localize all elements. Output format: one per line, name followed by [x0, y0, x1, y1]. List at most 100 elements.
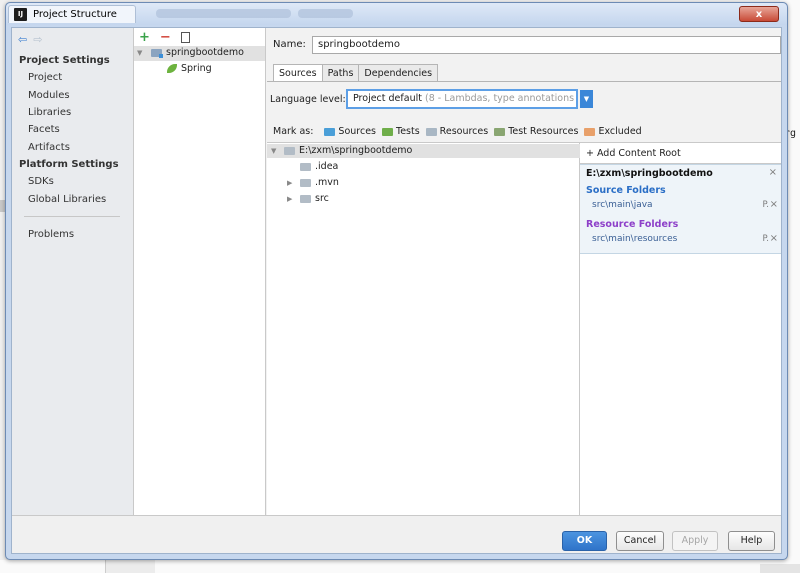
- intellij-app-icon: IJ: [14, 8, 27, 21]
- content-roots-panel: + Add Content Root E:\zxm\springbootdemo…: [580, 142, 781, 515]
- expand-arrow-icon[interactable]: ▼: [137, 49, 142, 57]
- source-folders-title: Source Folders: [586, 185, 666, 196]
- close-button[interactable]: x: [739, 6, 779, 22]
- tab-divider: [267, 81, 781, 82]
- project-structure-dialog: IJ Project Structure x ⇦ ⇨ Project Setti…: [5, 2, 788, 560]
- tests-folder-icon: [382, 127, 393, 136]
- mark-resources-button[interactable]: Resources: [425, 126, 489, 137]
- collapse-arrow-icon[interactable]: ▶: [287, 195, 292, 203]
- platform-settings-header: Platform Settings: [19, 159, 119, 170]
- sidebar-divider: [24, 216, 120, 217]
- background-tab: [105, 560, 155, 573]
- arrow-right-icon[interactable]: ⇨: [33, 33, 42, 46]
- sidebar-item-facets[interactable]: Facets: [28, 124, 60, 135]
- tree-node-idea[interactable]: .idea: [300, 161, 338, 172]
- sidebar-item-problems[interactable]: Problems: [28, 229, 74, 240]
- mark-as-label: Mark as:: [273, 126, 314, 137]
- module-tabs: Sources Paths Dependencies: [273, 64, 439, 82]
- content-tree: ▼ E:\zxm\springbootdemo .idea ▶ .mvn ▶ s…: [267, 142, 580, 515]
- resources-folder-icon: [425, 127, 437, 136]
- facet-name: Spring: [181, 63, 212, 74]
- mark-excluded-button[interactable]: Excluded: [584, 126, 642, 137]
- language-level-hint: (8 - Lambdas, type annotations etc.): [424, 93, 576, 104]
- module-tree-root[interactable]: springbootdemo: [151, 47, 244, 58]
- folder-icon: [300, 162, 311, 171]
- blurred-title-text: [298, 9, 353, 18]
- sidebar-item-global-libraries[interactable]: Global Libraries: [28, 194, 106, 205]
- project-settings-header: Project Settings: [19, 55, 110, 66]
- dialog-body: ⇦ ⇨ Project Settings Project Modules Lib…: [11, 27, 782, 554]
- background-tabbar: [0, 560, 800, 573]
- edit-properties-icon[interactable]: P.: [762, 200, 769, 210]
- background-tab: [760, 564, 800, 573]
- help-button[interactable]: Help: [728, 531, 775, 551]
- spring-leaf-icon: [167, 64, 177, 73]
- tab-dependencies[interactable]: Dependencies: [359, 64, 439, 82]
- tree-node-src[interactable]: src: [300, 193, 329, 204]
- expand-arrow-icon[interactable]: ▼: [271, 147, 276, 155]
- mark-tests-button[interactable]: Tests: [382, 126, 420, 137]
- remove-module-button[interactable]: −: [160, 30, 171, 45]
- mark-sources-button[interactable]: Sources: [324, 126, 376, 137]
- tree-node-label: .mvn: [315, 177, 339, 188]
- add-content-root-button[interactable]: + Add Content Root: [586, 148, 681, 159]
- title-bar[interactable]: IJ Project Structure x: [6, 3, 787, 25]
- remove-folder-icon[interactable]: ×: [770, 199, 778, 210]
- module-details-panel: Name: springbootdemo Sources Paths Depen…: [267, 28, 781, 515]
- copy-module-icon[interactable]: [180, 32, 190, 43]
- blurred-title-text: [156, 9, 291, 18]
- module-tree-panel: + − ▼ springbootdemo Spring: [134, 28, 266, 515]
- tab-paths[interactable]: Paths: [322, 64, 360, 82]
- content-root-card: E:\zxm\springbootdemo × Source Folders s…: [580, 164, 781, 254]
- module-toolbar: + −: [139, 30, 190, 45]
- source-folder-item: src\main\java: [592, 200, 653, 210]
- language-level-dropdown[interactable]: Project default (8 - Lambdas, type annot…: [346, 89, 578, 109]
- ok-button[interactable]: OK: [562, 531, 607, 551]
- excluded-folder-icon: [584, 127, 596, 136]
- title-tab: IJ Project Structure: [8, 5, 136, 23]
- collapse-arrow-icon[interactable]: ▶: [287, 179, 292, 187]
- mark-test-resources-button[interactable]: Test Resources: [494, 126, 578, 137]
- tree-node-label: .idea: [315, 161, 339, 172]
- resource-folder-item: src\main\resources: [592, 234, 678, 244]
- nav-arrows: ⇦ ⇨: [18, 33, 42, 46]
- tab-sources[interactable]: Sources: [273, 64, 323, 82]
- add-module-button[interactable]: +: [139, 30, 150, 45]
- cancel-button[interactable]: Cancel: [616, 531, 664, 551]
- mark-test-resources-label: Test Resources: [508, 126, 579, 137]
- folder-icon: [300, 178, 311, 187]
- module-name-field[interactable]: springbootdemo: [312, 36, 781, 54]
- sources-folder-icon: [324, 127, 336, 136]
- tree-node-root[interactable]: E:\zxm\springbootdemo: [284, 145, 412, 156]
- chevron-down-icon[interactable]: ▼: [580, 90, 593, 108]
- sidebar-item-modules[interactable]: Modules: [28, 90, 70, 101]
- apply-button[interactable]: Apply: [672, 531, 718, 551]
- mark-as-toolbar: Mark as: Sources Tests Resources Test Re…: [273, 126, 645, 137]
- window-title: Project Structure: [33, 9, 117, 20]
- sidebar-item-libraries[interactable]: Libraries: [28, 107, 71, 118]
- content-root-path: E:\zxm\springbootdemo: [586, 168, 713, 179]
- remove-content-root-icon[interactable]: ×: [769, 167, 777, 178]
- mark-excluded-label: Excluded: [598, 126, 642, 137]
- tree-node-mvn[interactable]: .mvn: [300, 177, 339, 188]
- dialog-footer: OK Cancel Apply Help: [12, 515, 781, 553]
- module-folder-icon: [151, 48, 163, 58]
- sidebar-item-project[interactable]: Project: [28, 72, 62, 83]
- sidebar-item-sdks[interactable]: SDKs: [28, 176, 54, 187]
- test-resources-folder-icon: [494, 127, 506, 136]
- tree-node-label: src: [315, 193, 329, 204]
- module-tree-facet[interactable]: Spring: [167, 63, 212, 74]
- sidebar-item-artifacts[interactable]: Artifacts: [28, 142, 70, 153]
- name-label: Name:: [273, 39, 306, 50]
- folder-icon: [284, 146, 295, 155]
- arrow-left-icon[interactable]: ⇦: [18, 33, 27, 46]
- settings-sidebar: ⇦ ⇨ Project Settings Project Modules Lib…: [12, 28, 134, 515]
- edit-properties-icon[interactable]: P.: [762, 234, 769, 244]
- mark-tests-label: Tests: [396, 126, 420, 137]
- remove-folder-icon[interactable]: ×: [770, 233, 778, 244]
- mark-resources-label: Resources: [439, 126, 489, 137]
- module-name: springbootdemo: [166, 47, 244, 58]
- mark-sources-label: Sources: [338, 126, 376, 137]
- resource-folders-title: Resource Folders: [586, 219, 679, 230]
- folder-icon: [300, 194, 311, 203]
